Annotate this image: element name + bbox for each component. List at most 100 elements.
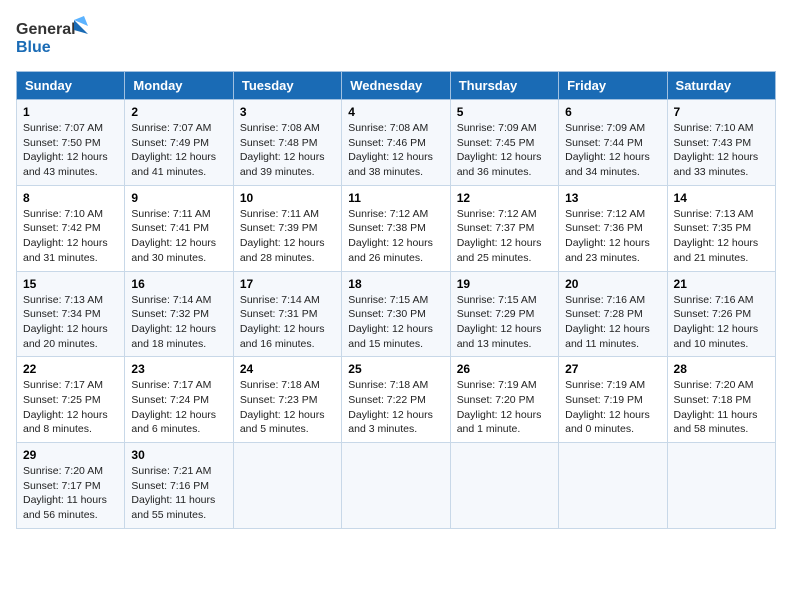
day-number: 5 — [457, 105, 552, 119]
day-info: Sunrise: 7:14 AM Sunset: 7:32 PM Dayligh… — [131, 293, 226, 352]
calendar-cell: 4 Sunrise: 7:08 AM Sunset: 7:46 PM Daylig… — [342, 100, 450, 186]
calendar-cell: 29Sunrise: 7:20 AM Sunset: 7:17 PM Dayli… — [17, 443, 125, 529]
calendar-week-row: 29Sunrise: 7:20 AM Sunset: 7:17 PM Dayli… — [17, 443, 776, 529]
day-number: 12 — [457, 191, 552, 205]
calendar-cell — [450, 443, 558, 529]
day-number: 1 — [23, 105, 118, 119]
calendar-week-row: 1 Sunrise: 7:07 AM Sunset: 7:50 PM Daylig… — [17, 100, 776, 186]
weekday-header-monday: Monday — [125, 72, 233, 100]
day-info: Sunrise: 7:19 AM Sunset: 7:19 PM Dayligh… — [565, 378, 660, 437]
day-number: 6 — [565, 105, 660, 119]
day-info: Sunrise: 7:10 AM Sunset: 7:43 PM Dayligh… — [674, 121, 769, 180]
calendar-cell: 13 Sunrise: 7:12 AM Sunset: 7:36 PM Dayli… — [559, 185, 667, 271]
day-info: Sunrise: 7:09 AM Sunset: 7:45 PM Dayligh… — [457, 121, 552, 180]
calendar-cell: 16 Sunrise: 7:14 AM Sunset: 7:32 PM Dayli… — [125, 271, 233, 357]
calendar-cell: 7Sunrise: 7:10 AM Sunset: 7:43 PM Daylig… — [667, 100, 775, 186]
calendar-cell: 5 Sunrise: 7:09 AM Sunset: 7:45 PM Daylig… — [450, 100, 558, 186]
calendar-cell: 24 Sunrise: 7:18 AM Sunset: 7:23 PM Dayli… — [233, 357, 341, 443]
calendar-cell: 10 Sunrise: 7:11 AM Sunset: 7:39 PM Dayli… — [233, 185, 341, 271]
calendar-body: 1 Sunrise: 7:07 AM Sunset: 7:50 PM Daylig… — [17, 100, 776, 529]
calendar-cell: 1 Sunrise: 7:07 AM Sunset: 7:50 PM Daylig… — [17, 100, 125, 186]
day-number: 19 — [457, 277, 552, 291]
calendar-week-row: 22 Sunrise: 7:17 AM Sunset: 7:25 PM Dayli… — [17, 357, 776, 443]
calendar-cell: 20Sunrise: 7:16 AM Sunset: 7:28 PM Dayli… — [559, 271, 667, 357]
day-info: Sunrise: 7:18 AM Sunset: 7:22 PM Dayligh… — [348, 378, 443, 437]
calendar-table: SundayMondayTuesdayWednesdayThursdayFrid… — [16, 71, 776, 529]
logo-icon: GeneralBlue — [16, 16, 96, 61]
day-number: 10 — [240, 191, 335, 205]
day-number: 11 — [348, 191, 443, 205]
calendar-week-row: 8 Sunrise: 7:10 AM Sunset: 7:42 PM Daylig… — [17, 185, 776, 271]
day-info: Sunrise: 7:13 AM Sunset: 7:35 PM Dayligh… — [674, 207, 769, 266]
day-number: 16 — [131, 277, 226, 291]
day-info: Sunrise: 7:15 AM Sunset: 7:30 PM Dayligh… — [348, 293, 443, 352]
day-info: Sunrise: 7:13 AM Sunset: 7:34 PM Dayligh… — [23, 293, 118, 352]
calendar-cell — [667, 443, 775, 529]
day-info: Sunrise: 7:18 AM Sunset: 7:23 PM Dayligh… — [240, 378, 335, 437]
day-number: 27 — [565, 362, 660, 376]
calendar-cell: 25 Sunrise: 7:18 AM Sunset: 7:22 PM Dayli… — [342, 357, 450, 443]
day-info: Sunrise: 7:07 AM Sunset: 7:50 PM Dayligh… — [23, 121, 118, 180]
calendar-cell: 27 Sunrise: 7:19 AM Sunset: 7:19 PM Dayli… — [559, 357, 667, 443]
weekday-header-saturday: Saturday — [667, 72, 775, 100]
calendar-cell: 23 Sunrise: 7:17 AM Sunset: 7:24 PM Dayli… — [125, 357, 233, 443]
day-number: 15 — [23, 277, 118, 291]
day-info: Sunrise: 7:16 AM Sunset: 7:26 PM Dayligh… — [674, 293, 769, 352]
day-number: 21 — [674, 277, 769, 291]
day-info: Sunrise: 7:10 AM Sunset: 7:42 PM Dayligh… — [23, 207, 118, 266]
day-number: 14 — [674, 191, 769, 205]
day-info: Sunrise: 7:09 AM Sunset: 7:44 PM Dayligh… — [565, 121, 660, 180]
day-info: Sunrise: 7:19 AM Sunset: 7:20 PM Dayligh… — [457, 378, 552, 437]
logo: GeneralBlue — [16, 16, 96, 61]
day-number: 9 — [131, 191, 226, 205]
calendar-cell — [559, 443, 667, 529]
day-number: 3 — [240, 105, 335, 119]
day-number: 26 — [457, 362, 552, 376]
day-number: 28 — [674, 362, 769, 376]
day-info: Sunrise: 7:08 AM Sunset: 7:46 PM Dayligh… — [348, 121, 443, 180]
day-info: Sunrise: 7:11 AM Sunset: 7:41 PM Dayligh… — [131, 207, 226, 266]
svg-text:Blue: Blue — [16, 39, 51, 56]
calendar-cell: 26 Sunrise: 7:19 AM Sunset: 7:20 PM Dayli… — [450, 357, 558, 443]
day-number: 24 — [240, 362, 335, 376]
day-number: 30 — [131, 448, 226, 462]
day-info: Sunrise: 7:16 AM Sunset: 7:28 PM Dayligh… — [565, 293, 660, 352]
day-info: Sunrise: 7:17 AM Sunset: 7:25 PM Dayligh… — [23, 378, 118, 437]
weekday-header-wednesday: Wednesday — [342, 72, 450, 100]
day-number: 8 — [23, 191, 118, 205]
day-number: 4 — [348, 105, 443, 119]
calendar-cell: 17Sunrise: 7:14 AM Sunset: 7:31 PM Dayli… — [233, 271, 341, 357]
day-number: 13 — [565, 191, 660, 205]
weekday-header-tuesday: Tuesday — [233, 72, 341, 100]
day-info: Sunrise: 7:20 AM Sunset: 7:17 PM Dayligh… — [23, 464, 118, 523]
day-number: 25 — [348, 362, 443, 376]
calendar-cell: 2 Sunrise: 7:07 AM Sunset: 7:49 PM Daylig… — [125, 100, 233, 186]
calendar-cell: 21 Sunrise: 7:16 AM Sunset: 7:26 PM Dayli… — [667, 271, 775, 357]
calendar-cell — [342, 443, 450, 529]
day-info: Sunrise: 7:11 AM Sunset: 7:39 PM Dayligh… — [240, 207, 335, 266]
calendar-cell: 19Sunrise: 7:15 AM Sunset: 7:29 PM Dayli… — [450, 271, 558, 357]
calendar-cell: 9 Sunrise: 7:11 AM Sunset: 7:41 PM Daylig… — [125, 185, 233, 271]
calendar-cell: 12 Sunrise: 7:12 AM Sunset: 7:37 PM Dayli… — [450, 185, 558, 271]
day-number: 18 — [348, 277, 443, 291]
day-info: Sunrise: 7:20 AM Sunset: 7:18 PM Dayligh… — [674, 378, 769, 437]
day-info: Sunrise: 7:12 AM Sunset: 7:37 PM Dayligh… — [457, 207, 552, 266]
weekday-header-friday: Friday — [559, 72, 667, 100]
calendar-cell: 22 Sunrise: 7:17 AM Sunset: 7:25 PM Dayli… — [17, 357, 125, 443]
calendar-cell: 11Sunrise: 7:12 AM Sunset: 7:38 PM Dayli… — [342, 185, 450, 271]
day-number: 23 — [131, 362, 226, 376]
calendar-cell: 3Sunrise: 7:08 AM Sunset: 7:48 PM Daylig… — [233, 100, 341, 186]
svg-text:General: General — [16, 21, 76, 38]
calendar-cell: 15 Sunrise: 7:13 AM Sunset: 7:34 PM Dayli… — [17, 271, 125, 357]
calendar-week-row: 15 Sunrise: 7:13 AM Sunset: 7:34 PM Dayli… — [17, 271, 776, 357]
day-info: Sunrise: 7:12 AM Sunset: 7:36 PM Dayligh… — [565, 207, 660, 266]
calendar-cell: 6 Sunrise: 7:09 AM Sunset: 7:44 PM Daylig… — [559, 100, 667, 186]
day-number: 2 — [131, 105, 226, 119]
calendar-cell — [233, 443, 341, 529]
day-info: Sunrise: 7:17 AM Sunset: 7:24 PM Dayligh… — [131, 378, 226, 437]
weekday-header-sunday: Sunday — [17, 72, 125, 100]
calendar-cell: 8 Sunrise: 7:10 AM Sunset: 7:42 PM Daylig… — [17, 185, 125, 271]
day-number: 22 — [23, 362, 118, 376]
header: GeneralBlue — [16, 16, 776, 61]
day-info: Sunrise: 7:07 AM Sunset: 7:49 PM Dayligh… — [131, 121, 226, 180]
